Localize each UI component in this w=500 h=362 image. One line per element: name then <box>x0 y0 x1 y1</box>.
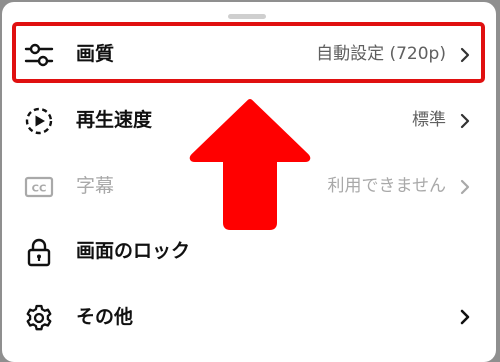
playback-speed-icon <box>25 107 53 135</box>
menu-item-label: 画面のロック <box>76 240 191 262</box>
chevron-right-icon <box>460 113 470 129</box>
gear-icon <box>26 304 52 331</box>
closed-captions-icon: CC <box>24 176 54 198</box>
menu-item-screen-lock[interactable]: 画面のロック <box>2 221 496 281</box>
settings-bottom-sheet: 画質 自動設定 (720p) 再生速度 標準 CC 字幕 利用できません 画面の… <box>2 2 496 362</box>
chevron-right-icon <box>460 309 470 325</box>
menu-item-other[interactable]: その他 <box>2 287 496 347</box>
drag-handle[interactable] <box>228 14 266 19</box>
chevron-right-icon <box>460 179 470 195</box>
menu-item-value: 利用できません <box>327 176 447 196</box>
red-up-arrow <box>189 99 311 230</box>
highlight-box <box>12 22 485 83</box>
menu-item-label: 字幕 <box>76 175 115 197</box>
menu-item-label: 再生速度 <box>76 109 153 131</box>
menu-item-value: 標準 <box>412 110 446 130</box>
lock-icon <box>27 238 51 267</box>
menu-item-label: その他 <box>76 306 134 328</box>
svg-text:CC: CC <box>32 184 47 195</box>
